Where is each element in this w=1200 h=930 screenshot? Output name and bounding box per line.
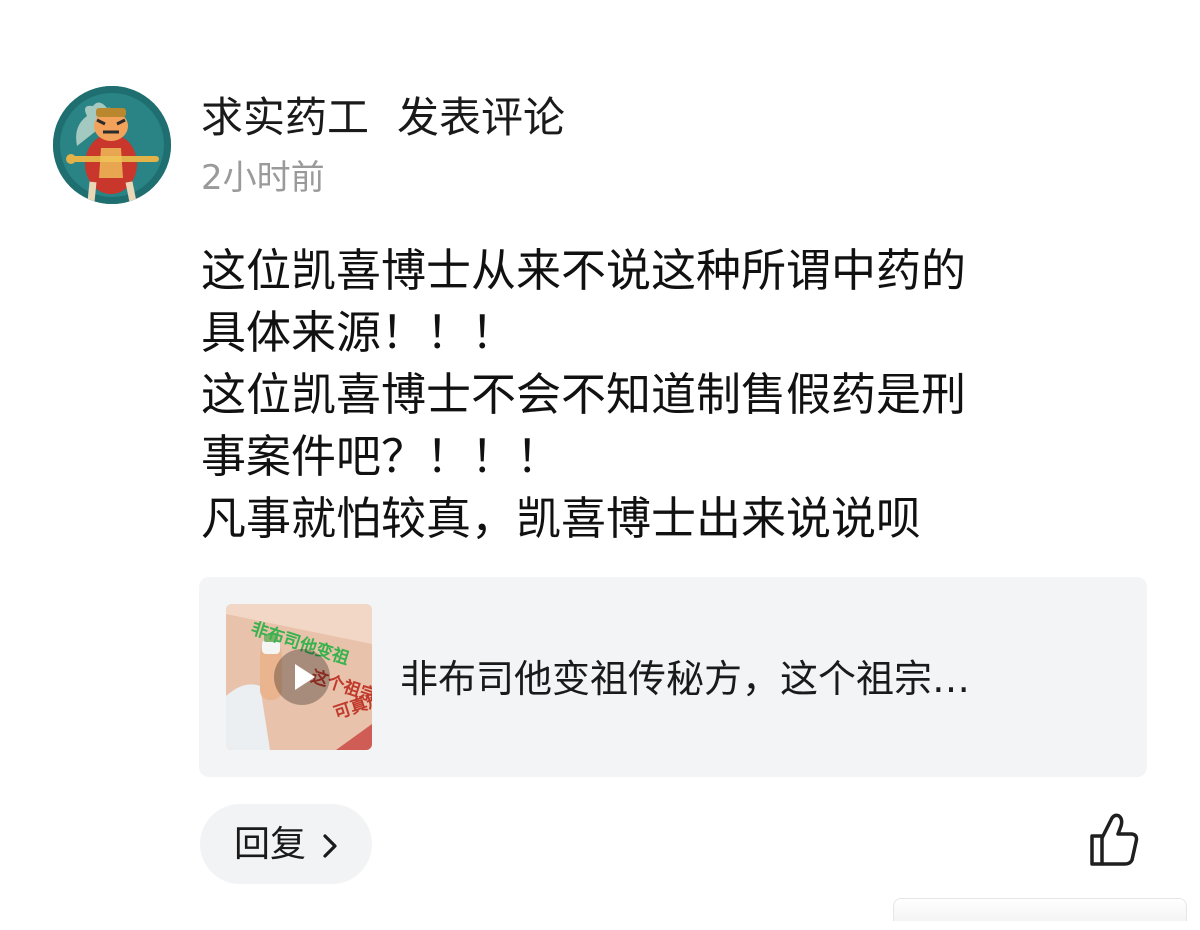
video-thumbnail[interactable]: 非布司他变祖 这个祖宗 可真刑！ (226, 604, 372, 750)
comment-line: 凡事就怕较真，凯喜博士出来说说呗 (201, 492, 922, 545)
post-timestamp: 2小时前 (201, 158, 325, 198)
comment-line: 这位凯喜博士不会不知道制售假药是刑 (201, 368, 967, 421)
comment-line: 具体来源！！！ (201, 306, 517, 359)
play-icon[interactable] (274, 649, 330, 705)
comment-body: 这位凯喜博士从来不说这种所谓中药的 具体来源！！！ 这位凯喜博士不会不知道制售假… (201, 240, 1131, 550)
author-avatar[interactable] (53, 86, 171, 204)
video-link-card[interactable]: 非布司他变祖 这个祖宗 可真刑！ 非布司他变祖传秘方，这个祖宗… (199, 577, 1147, 777)
chevron-right-icon (323, 834, 337, 858)
tiger-general-illustration (53, 86, 171, 204)
reply-button-label: 回复 (234, 824, 307, 865)
video-title[interactable]: 非布司他变祖传秘方，这个祖宗… (400, 655, 970, 703)
thumbs-up-icon (1090, 813, 1139, 866)
bottom-sheet-edge (893, 898, 1187, 921)
comment-line: 这位凯喜博士从来不说这种所谓中药的 (201, 244, 967, 297)
like-button[interactable] (1088, 812, 1140, 868)
post-header: 求实药工 发表评论 (201, 92, 565, 144)
post-action-label: 发表评论 (397, 93, 566, 142)
reply-button[interactable]: 回复 (200, 804, 372, 884)
comment-line: 事案件吧？！！！ (201, 430, 562, 483)
author-name[interactable]: 求实药工 (201, 93, 369, 142)
